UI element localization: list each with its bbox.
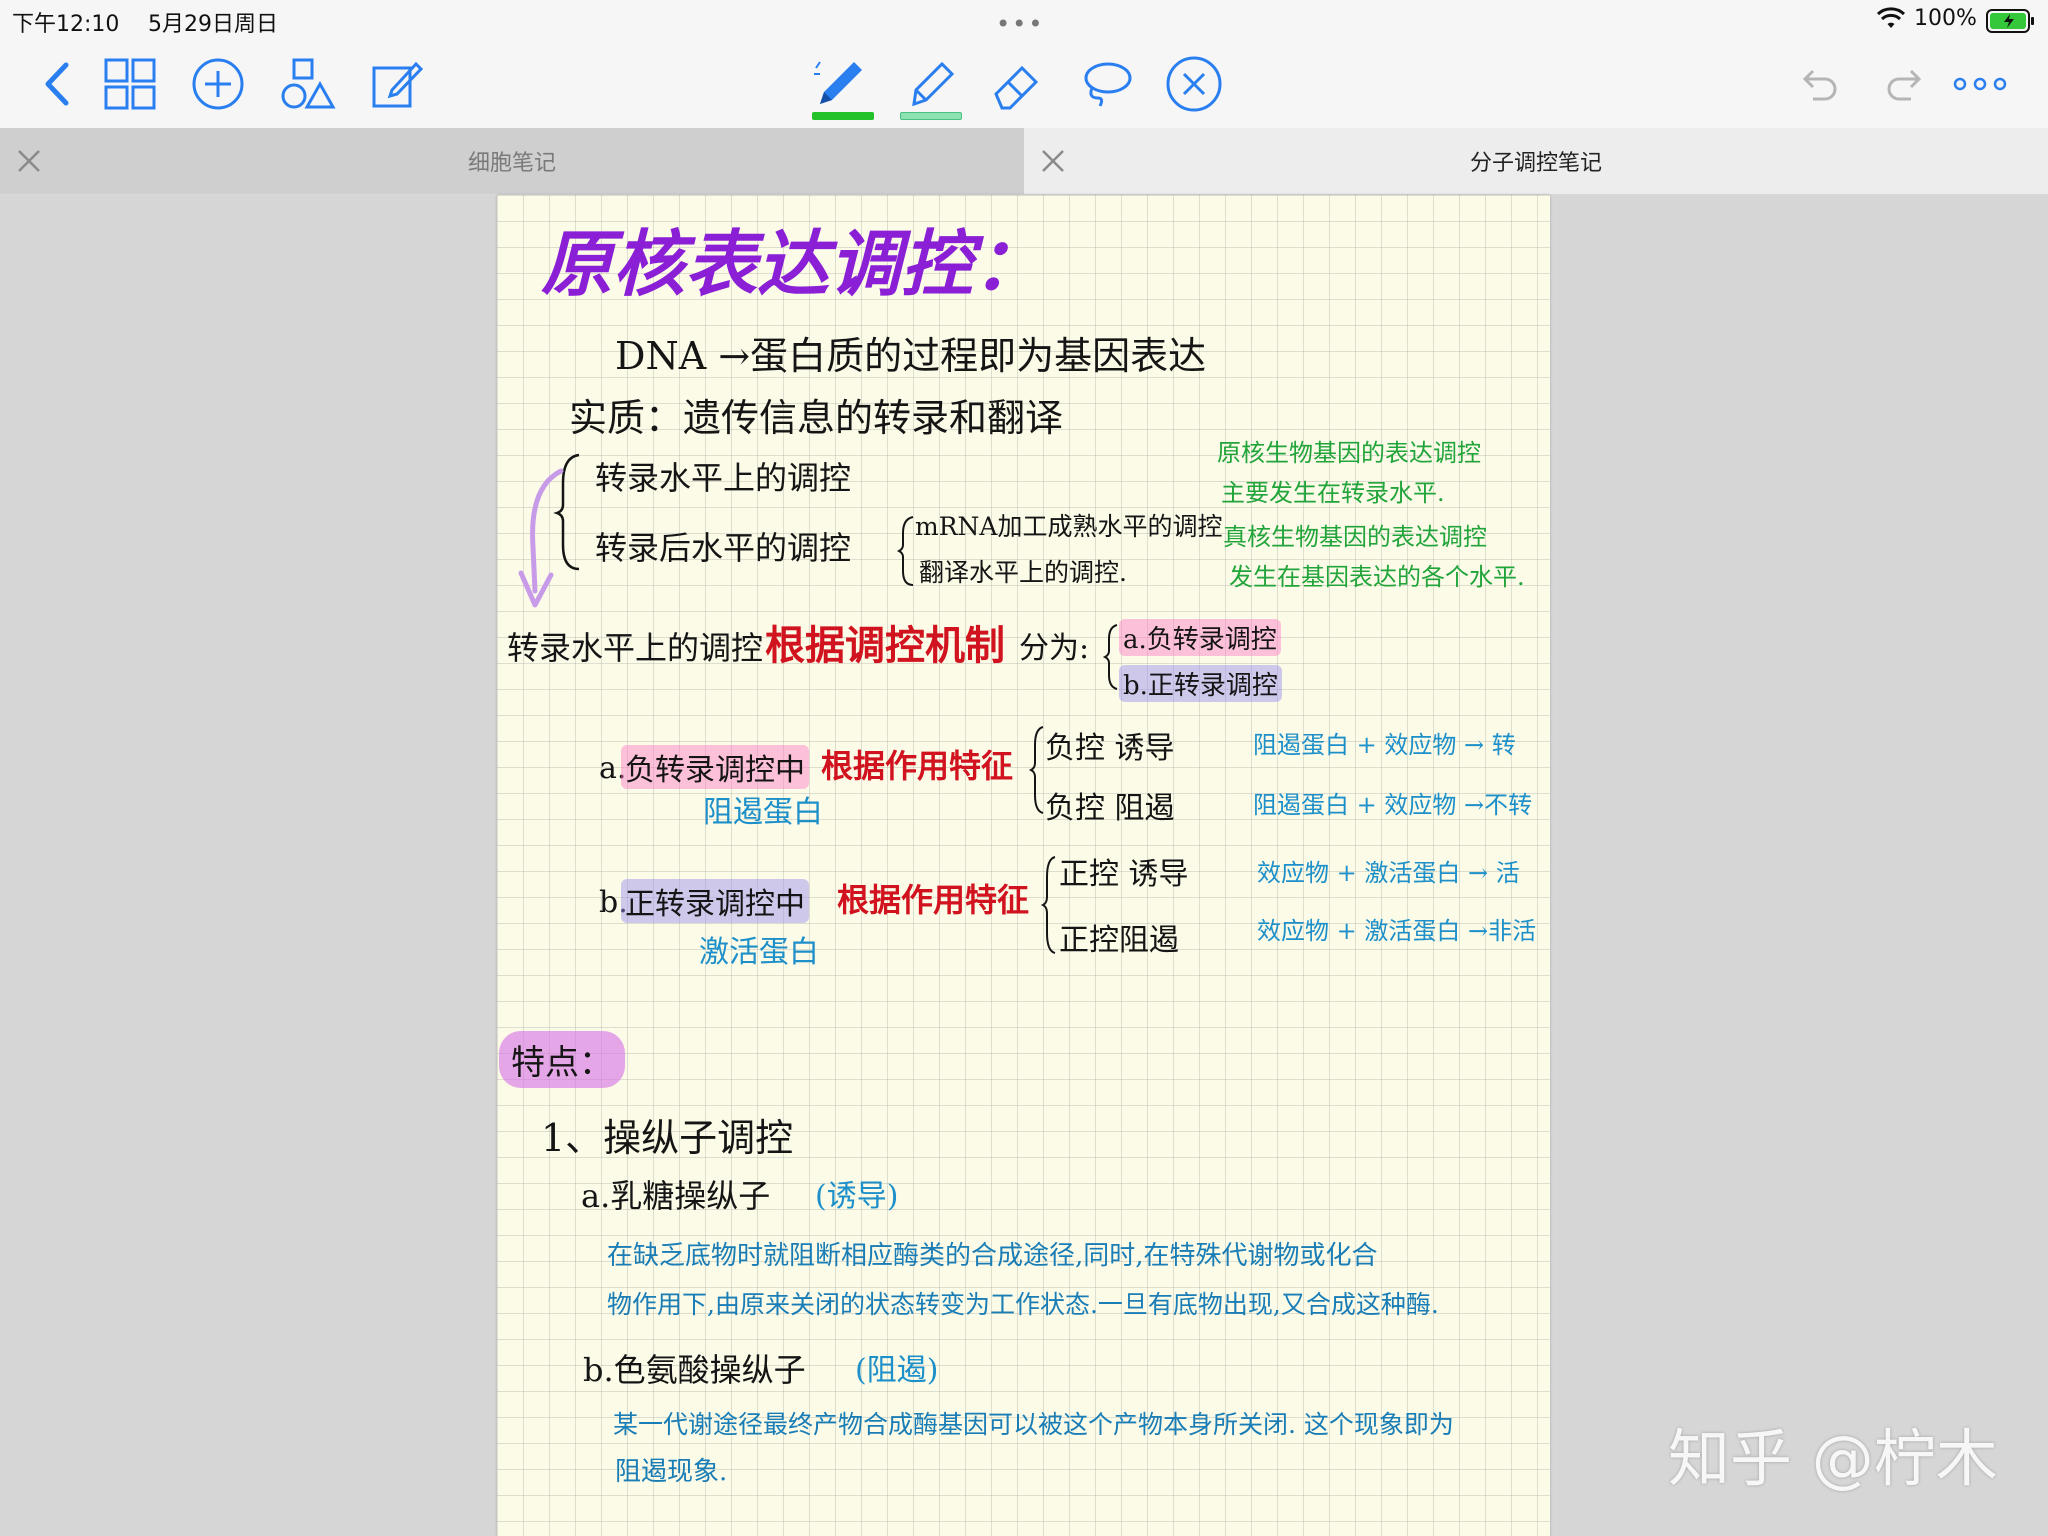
wifi-icon <box>1876 7 1906 35</box>
note-blue-text: 效应物 + 激活蛋白 → 活 <box>1257 859 1520 887</box>
type-negative: a.负转录调控 <box>1119 619 1281 656</box>
highlighter-icon[interactable] <box>900 54 960 114</box>
note-page[interactable]: 原核表达调控： DNA →蛋白质的过程即为基因表达 实质：遗传信息的转录和翻译 … <box>497 195 1550 1536</box>
note-blue-text: 阻遏蛋白 + 效应物 → 转 <box>1253 731 1516 759</box>
note-title: 原核表达调控： <box>541 221 1046 306</box>
brace-icon <box>1103 624 1118 690</box>
shapes-icon[interactable] <box>278 54 338 114</box>
note-line: 转录后水平的调控 <box>595 529 852 567</box>
grid-icon[interactable] <box>100 54 160 114</box>
chevron-left-icon[interactable] <box>28 54 88 114</box>
multitask-dots-icon[interactable]: ••• <box>996 10 1044 38</box>
toolbar <box>0 40 2048 128</box>
redo-icon[interactable] <box>1876 54 1936 114</box>
paragraph-line: 某一代谢途径最终产物合成酶基因可以被这个产物本身所关闭. 这个现象即为 <box>613 1410 1454 1439</box>
arrow-icon <box>518 468 564 608</box>
note-blue-text: 阻遏蛋白 <box>703 795 823 830</box>
note-line: 正控阻遏 <box>1059 923 1179 958</box>
feature-heading: 特点： <box>499 1031 625 1088</box>
disable-circle-icon[interactable] <box>1164 54 1224 114</box>
note-line: 翻译水平上的调控. <box>919 558 1127 587</box>
subsection-heading: a.乳糖操纵子 <box>581 1177 771 1215</box>
highlighter-color-indicator <box>900 112 962 120</box>
plus-circle-icon[interactable] <box>188 54 248 114</box>
eraser-icon[interactable] <box>988 54 1048 114</box>
note-line: 转录水平上的调控 <box>507 629 764 667</box>
pen-icon[interactable] <box>810 54 870 114</box>
subsection-heading: b.色氨酸操纵子 <box>583 1351 806 1389</box>
brace-icon <box>1029 726 1044 814</box>
note-line: 分为: <box>1019 631 1090 666</box>
edit-icon[interactable] <box>366 54 426 114</box>
note-line: 负控 阻遏 <box>1045 791 1175 826</box>
tab-bar: 细胞笔记 分子调控笔记 <box>0 128 2048 194</box>
note-line: mRNA加工成熟水平的调控 <box>915 512 1223 541</box>
status-bar: 下午12:10 5月29日周日 ••• 100% <box>0 0 2048 40</box>
note-line: 正控 诱导 <box>1059 857 1189 892</box>
side-note: 原核生物基因的表达调控 <box>1217 439 1481 467</box>
note-blue-text: 阻遏蛋白 + 效应物 →不转 <box>1253 791 1533 819</box>
tab-cell-notes[interactable]: 细胞笔记 <box>0 128 1024 194</box>
tab-molecular-notes[interactable]: 分子调控笔记 <box>1024 128 2048 194</box>
close-icon[interactable] <box>1038 146 1068 176</box>
note-red-text: 根据作用特征 <box>821 747 1014 785</box>
side-note: 真核生物基因的表达调控 <box>1223 523 1487 551</box>
battery-icon <box>1986 9 2036 37</box>
paragraph-line: 在缺乏底物时就阻断相应酶类的合成途径,同时,在特殊代谢物或化合 <box>607 1241 1378 1271</box>
paragraph-line: 阻遏现象. <box>615 1457 728 1487</box>
note-red-text: 根据作用特征 <box>837 881 1030 919</box>
document-canvas[interactable]: 原核表达调控： DNA →蛋白质的过程即为基因表达 实质：遗传信息的转录和翻译 … <box>0 195 2048 1536</box>
note-line: 转录水平上的调控 <box>595 459 852 497</box>
note-highlight: 负转录调控中 <box>621 745 809 789</box>
note-blue-text: (阻遏) <box>855 1353 939 1388</box>
watermark: 知乎 @柠木 <box>1668 1422 1998 1495</box>
more-icon[interactable] <box>1950 54 2010 114</box>
brace-icon <box>1041 856 1056 954</box>
side-note: 发生在基因表达的各个水平. <box>1229 563 1525 591</box>
paragraph-line: 物作用下,由原来关闭的状态转变为工作状态.一旦有底物出现,又合成这种酶. <box>607 1290 1439 1319</box>
status-date: 5月29日周日 <box>148 12 278 37</box>
note-line: DNA →蛋白质的过程即为基因表达 <box>615 334 1207 378</box>
status-time: 下午12:10 <box>12 12 120 37</box>
battery-percent: 100% <box>1914 6 1977 31</box>
type-positive: b.正转录调控 <box>1119 665 1282 702</box>
tab-label: 细胞笔记 <box>467 151 556 176</box>
pen-color-indicator <box>812 112 874 120</box>
note-line: 实质：遗传信息的转录和翻译 <box>569 396 1064 440</box>
lasso-icon[interactable] <box>1076 54 1136 114</box>
note-red-text: 根据调控机制 <box>765 622 1005 669</box>
undo-icon[interactable] <box>1788 54 1848 114</box>
note-line: 负控 诱导 <box>1045 731 1175 766</box>
note-highlight: 正转录调控中 <box>621 879 809 923</box>
side-note: 主要发生在转录水平. <box>1221 479 1445 507</box>
tab-label: 分子调控笔记 <box>1469 151 1602 176</box>
brace-icon <box>897 516 914 586</box>
note-blue-text: 效应物 + 激活蛋白 →非活 <box>1257 917 1537 945</box>
section-heading: 1、操纵子调控 <box>541 1116 794 1160</box>
close-icon[interactable] <box>14 146 44 176</box>
note-blue-text: (诱导) <box>815 1179 899 1214</box>
note-blue-text: 激活蛋白 <box>699 935 819 970</box>
